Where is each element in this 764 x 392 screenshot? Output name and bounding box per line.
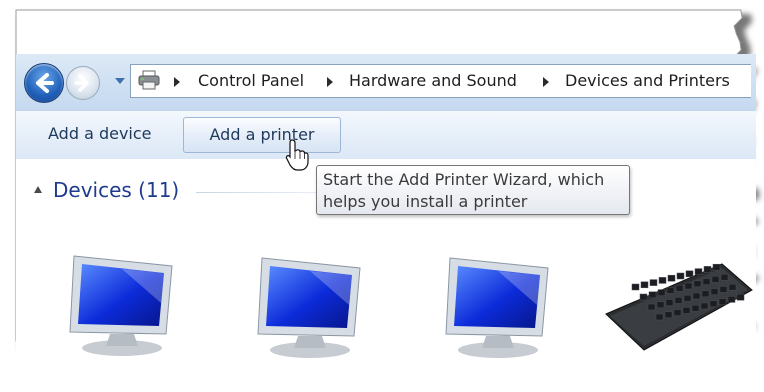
forward-button[interactable] [66, 66, 100, 100]
chevron-right-icon[interactable] [327, 77, 333, 87]
breadcrumb-hardware-and-sound[interactable]: Hardware and Sound [349, 71, 517, 90]
monitor-icon[interactable] [438, 250, 562, 360]
chevron-right-icon[interactable] [543, 77, 549, 87]
group-divider [196, 192, 316, 193]
add-printer-button[interactable]: Add a printer [183, 117, 341, 153]
add-printer-tooltip: Start the Add Printer Wizard, which help… [316, 165, 630, 215]
devices-printers-icon [138, 70, 160, 90]
keyboard-icon[interactable] [604, 262, 754, 352]
chevron-right-icon[interactable] [174, 77, 180, 87]
back-arrow-icon [36, 73, 54, 93]
mouse-pointer-icon [285, 139, 309, 171]
chevron-down-icon[interactable] [113, 76, 127, 86]
tooltip-line-2: helps you install a printer [323, 192, 528, 211]
breadcrumb-devices-and-printers[interactable]: Devices and Printers [565, 71, 730, 90]
monitor-icon[interactable] [250, 250, 374, 360]
collapse-group-icon[interactable] [34, 186, 42, 193]
breadcrumb-control-panel[interactable]: Control Panel [198, 71, 304, 90]
forward-arrow-icon [74, 74, 89, 92]
monitor-icon[interactable] [62, 248, 186, 358]
explorer-window: Control Panel Hardware and Sound Devices… [0, 0, 764, 392]
devices-group-header[interactable]: Devices (11) [53, 178, 179, 202]
tooltip-line-1: Start the Add Printer Wizard, which [323, 170, 605, 189]
back-button[interactable] [24, 63, 64, 103]
add-device-button[interactable]: Add a device [48, 117, 152, 151]
